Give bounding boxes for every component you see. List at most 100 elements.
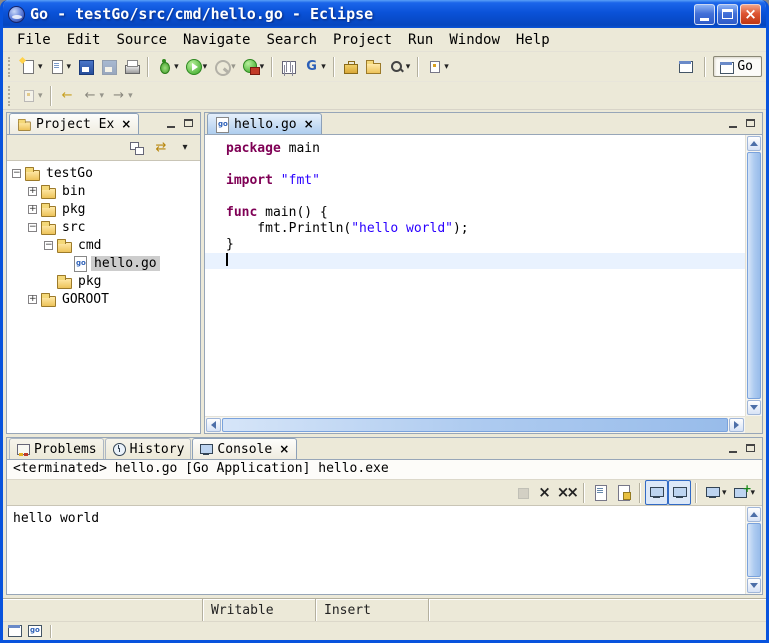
tree-item-hello.go[interactable]: hello.go	[7, 254, 200, 272]
console-scrollbar[interactable]	[745, 506, 762, 594]
scroll-lock-button[interactable]	[612, 480, 635, 505]
last-edit-location-button[interactable]: ←	[56, 83, 79, 108]
terminate-button[interactable]	[512, 480, 535, 505]
remove-all-launches-button[interactable]: ××	[554, 480, 579, 505]
chevron-down-icon[interactable]: ▾	[406, 62, 411, 72]
menu-file[interactable]: File	[9, 30, 59, 50]
close-icon[interactable]: ×	[278, 442, 290, 456]
menu-edit[interactable]: Edit	[59, 30, 109, 50]
annotation-menu-button[interactable]: ▾	[423, 54, 452, 79]
display-selected-console-button[interactable]: ▾	[701, 480, 730, 505]
toolbox-button[interactable]	[339, 54, 362, 79]
close-icon[interactable]: ×	[120, 117, 132, 131]
scrollbar-thumb[interactable]	[747, 152, 761, 399]
editor-vertical-scrollbar[interactable]	[745, 135, 762, 416]
menu-search[interactable]: Search	[258, 30, 325, 50]
print-button[interactable]	[120, 54, 143, 79]
maximize-button[interactable]	[717, 4, 738, 25]
new-go-app-button[interactable]	[277, 54, 300, 79]
tree-item-src[interactable]: −src	[7, 218, 200, 236]
minimize-view-button[interactable]	[163, 116, 178, 130]
back-button[interactable]: ←▾	[79, 83, 108, 108]
tab-hello-go[interactable]: hello.go ×	[207, 113, 322, 134]
title-bar[interactable]: Go - testGo/src/cmd/hello.go - Eclipse ×	[3, 0, 766, 28]
close-button[interactable]: ×	[740, 4, 761, 25]
tree-item-goroot[interactable]: +GOROOT	[7, 290, 200, 308]
chevron-down-icon[interactable]: ▾	[128, 91, 133, 101]
search-button[interactable]: ▾	[385, 54, 414, 79]
link-with-editor-button[interactable]: ⇄	[149, 135, 173, 160]
scroll-down-button[interactable]	[747, 578, 761, 593]
menu-project[interactable]: Project	[325, 30, 400, 50]
maximize-view-button[interactable]	[743, 441, 758, 455]
fast-view-icon[interactable]	[7, 624, 23, 638]
minimize-view-button[interactable]	[725, 116, 740, 130]
expander-plus-icon[interactable]: +	[28, 187, 37, 196]
maximize-view-button[interactable]	[181, 116, 196, 130]
expander-minus-icon[interactable]: −	[28, 223, 37, 232]
show-stderr-toggle[interactable]	[668, 480, 691, 505]
close-icon[interactable]: ×	[303, 117, 315, 131]
tree-item-bin[interactable]: +bin	[7, 182, 200, 200]
menu-run[interactable]: Run	[400, 30, 441, 50]
minimize-view-button[interactable]	[725, 441, 740, 455]
open-console-button[interactable]: ▾	[729, 480, 758, 505]
collapse-all-button[interactable]	[125, 135, 149, 160]
minimize-button[interactable]	[694, 4, 715, 25]
scroll-right-button[interactable]	[729, 418, 744, 432]
chevron-down-icon[interactable]: ▾	[321, 62, 326, 72]
forward-button[interactable]: →▾	[107, 83, 136, 108]
external-tools-button[interactable]: ▾	[239, 54, 268, 79]
open-resource-button[interactable]	[362, 54, 385, 79]
open-perspective-button[interactable]	[674, 54, 697, 79]
run-button[interactable]: ▾	[182, 54, 211, 79]
code-area[interactable]: package mainimport "fmt"func main() { fm…	[205, 135, 745, 416]
console-output-area[interactable]: hello world	[7, 506, 762, 594]
menu-source[interactable]: Source	[108, 30, 175, 50]
scroll-up-button[interactable]	[747, 507, 761, 522]
chevron-down-icon[interactable]: ▾	[231, 62, 236, 72]
toolbar-grip[interactable]	[8, 86, 13, 106]
tab-project-explorer[interactable]: Project Ex ×	[9, 113, 139, 134]
scrollbar-thumb[interactable]	[222, 418, 728, 432]
clear-console-button[interactable]	[589, 480, 612, 505]
go-perspective-button[interactable]: Go	[713, 56, 762, 77]
chevron-down-icon[interactable]: ▾	[38, 91, 43, 101]
chevron-down-icon[interactable]: ▾	[100, 91, 105, 101]
chevron-down-icon[interactable]: ▾	[203, 62, 208, 72]
debug-button[interactable]: ▾	[153, 54, 182, 79]
tree-item-pkg[interactable]: +pkg	[7, 200, 200, 218]
console-output-text[interactable]: hello world	[7, 506, 745, 594]
chevron-down-icon[interactable]: ▾	[67, 62, 72, 72]
editor-horizontal-scrollbar[interactable]	[205, 416, 745, 433]
toolbar-grip[interactable]	[8, 57, 13, 77]
tab-problems[interactable]: Problems	[9, 438, 104, 459]
tree-item-cmd[interactable]: −cmd	[7, 236, 200, 254]
tab-console[interactable]: Console×	[192, 438, 297, 459]
menu-window[interactable]: Window	[441, 30, 508, 50]
tab-history[interactable]: History	[105, 438, 192, 459]
chevron-down-icon[interactable]: ▾	[174, 62, 179, 72]
chevron-down-icon[interactable]: ▾	[38, 62, 43, 72]
go-menu-button[interactable]: ▾	[300, 54, 329, 79]
chevron-down-icon[interactable]: ▾	[722, 488, 727, 498]
menu-help[interactable]: Help	[508, 30, 558, 50]
expander-minus-icon[interactable]: −	[44, 241, 53, 250]
view-menu-button[interactable]: ▾	[173, 135, 197, 160]
show-stdout-toggle[interactable]	[645, 480, 668, 505]
scroll-up-button[interactable]	[747, 136, 761, 151]
profile-button[interactable]: ▾	[210, 54, 239, 79]
pin-editor-button[interactable]: ▾	[17, 83, 46, 108]
expander-minus-icon[interactable]: −	[12, 169, 21, 178]
save-all-button[interactable]	[97, 54, 120, 79]
chevron-down-icon[interactable]: ▾	[444, 62, 449, 72]
fast-view-go-icon[interactable]	[27, 624, 43, 638]
expander-plus-icon[interactable]: +	[28, 295, 37, 304]
expander-plus-icon[interactable]: +	[28, 205, 37, 214]
chevron-down-icon[interactable]: ▾	[260, 62, 265, 72]
tree-item-pkg[interactable]: pkg	[7, 272, 200, 290]
tree-item-testgo[interactable]: −testGo	[7, 164, 200, 182]
maximize-view-button[interactable]	[743, 116, 758, 130]
menu-navigate[interactable]: Navigate	[175, 30, 258, 50]
scroll-left-button[interactable]	[206, 418, 221, 432]
